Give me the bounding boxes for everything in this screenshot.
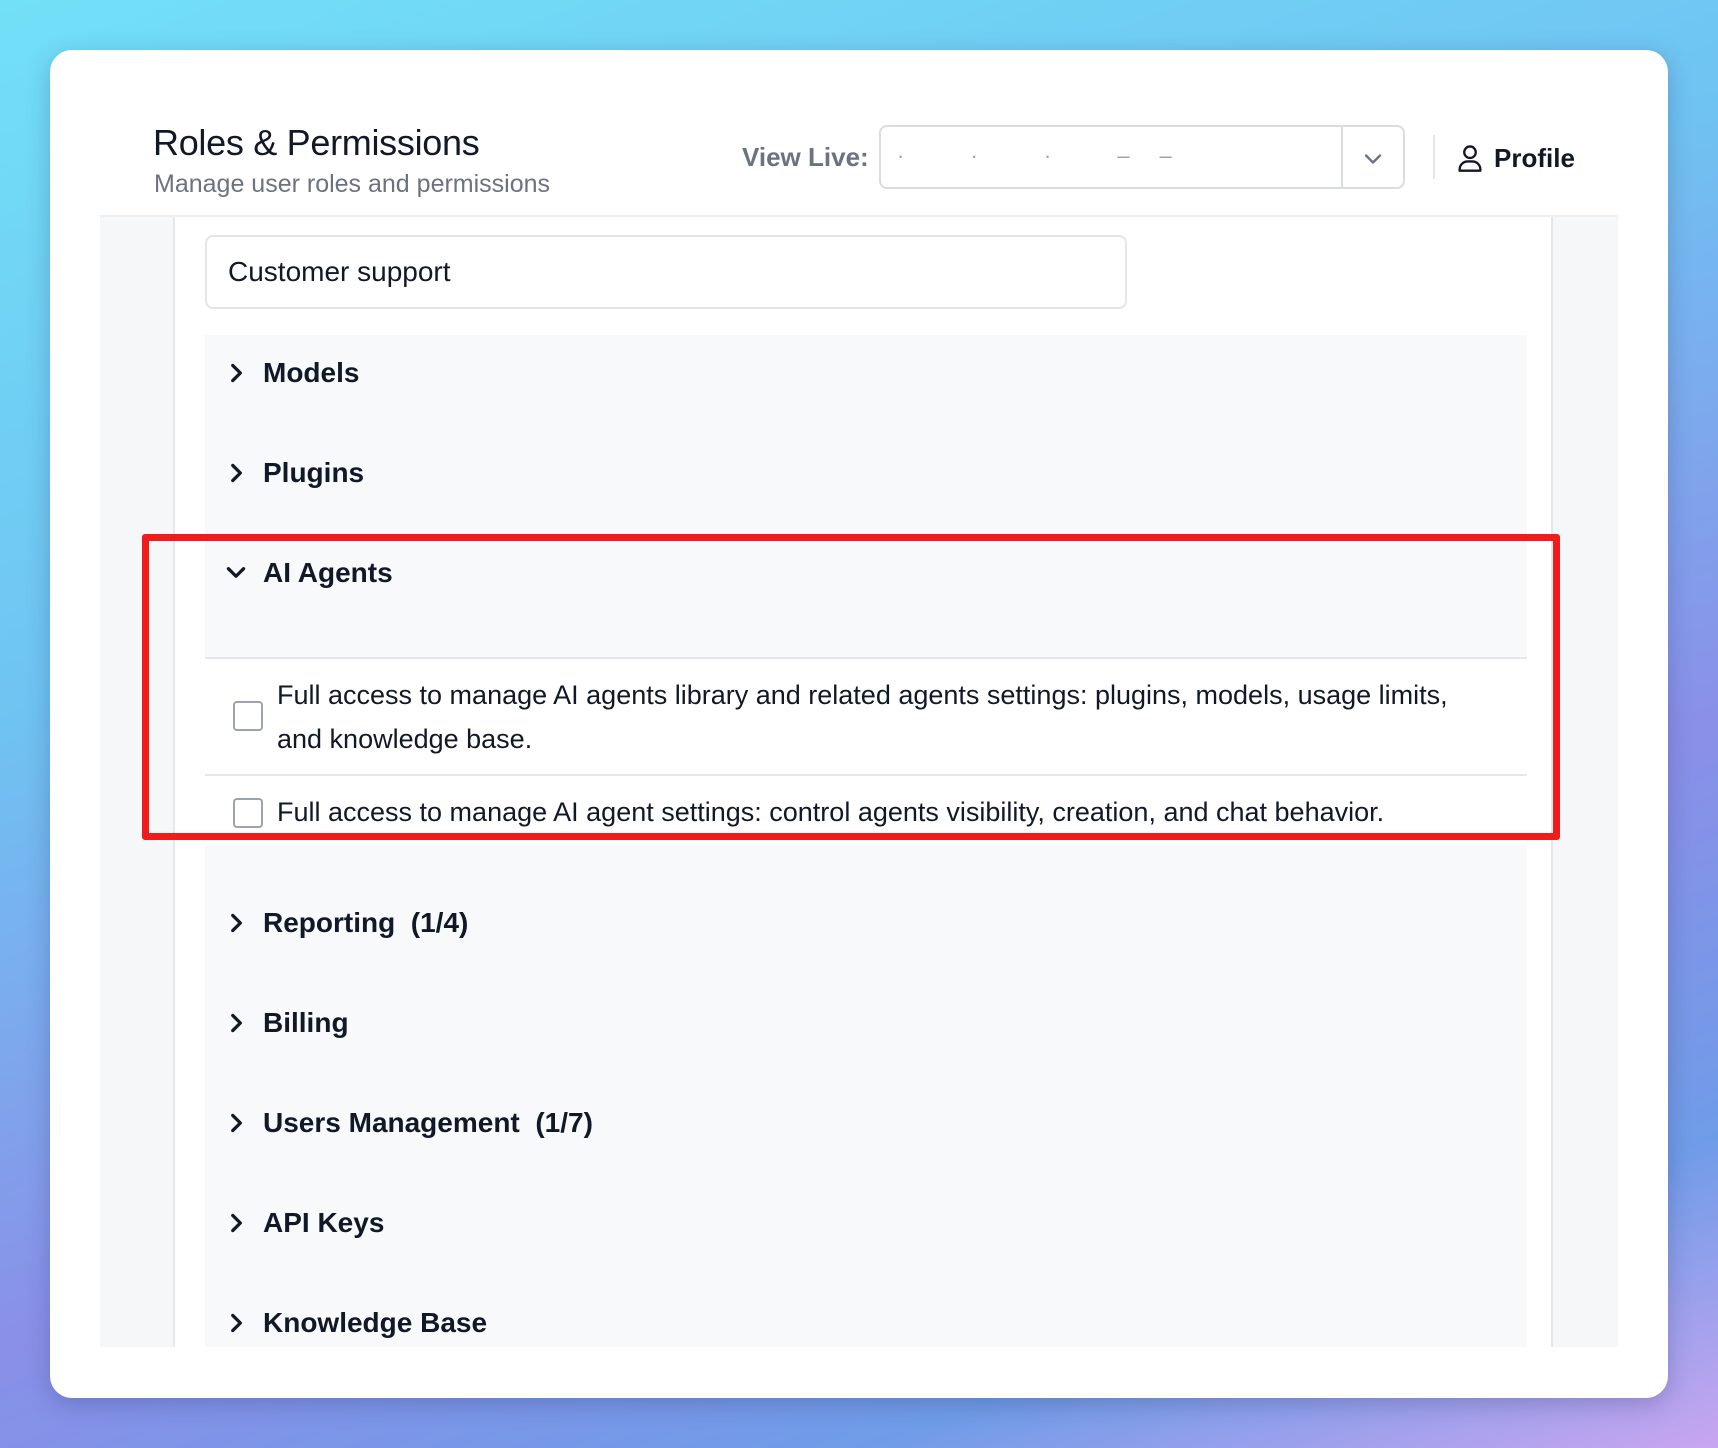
section-label: Knowledge Base: [263, 1307, 488, 1338]
permission-text: Full access to manage AI agents library …: [277, 680, 1448, 754]
roles-permissions-window: Roles & Permissions Manage user roles an…: [50, 50, 1668, 1398]
chevron-right-icon: [231, 463, 242, 483]
chevron-right-icon: [231, 1113, 242, 1133]
section-api-keys[interactable]: API Keys: [205, 1193, 1527, 1253]
permission-divider: [205, 774, 1527, 776]
section-billing[interactable]: Billing: [205, 993, 1527, 1053]
user-icon: [1458, 145, 1482, 172]
view-live-select[interactable]: · · · ––: [879, 125, 1405, 189]
section-label: Plugins: [263, 457, 365, 488]
section-label: Reporting (1/4): [263, 907, 469, 938]
chevron-down-icon[interactable]: [1359, 145, 1387, 173]
profile-button[interactable]: Profile: [1456, 138, 1575, 178]
select-separator: [1341, 127, 1343, 187]
section-label: Billing: [263, 1007, 349, 1038]
section-label: AI Agents: [263, 557, 393, 588]
chevron-right-icon: [231, 1213, 242, 1233]
page-header: Roles & Permissions Manage user roles an…: [50, 50, 1668, 216]
chevron-right-icon: [231, 913, 242, 933]
chevron-right-icon: [231, 363, 242, 383]
permission-checkbox[interactable]: [233, 701, 263, 731]
section-label: Models: [263, 357, 360, 388]
view-live-value: · · · ––: [897, 143, 1202, 168]
chevron-right-icon: [231, 1313, 242, 1333]
permission-checkbox[interactable]: [233, 798, 263, 828]
section-users-management[interactable]: Users Management (1/7): [205, 1093, 1527, 1153]
view-live-label: View Live:: [742, 142, 869, 172]
chevron-down-icon: [226, 567, 246, 578]
section-ai-agents[interactable]: AI Agents: [205, 543, 1527, 603]
role-name-input[interactable]: [205, 235, 1127, 309]
page-subtitle: Manage user roles and permissions: [154, 170, 551, 198]
section-knowledge-base[interactable]: Knowledge Base: [205, 1293, 1527, 1353]
header-divider: [1433, 135, 1435, 179]
chevron-right-icon: [231, 1013, 242, 1033]
section-models[interactable]: Models: [205, 343, 1527, 403]
permission-sections: Models Plugins AI Agents Full access to …: [205, 335, 1527, 1347]
profile-label: Profile: [1494, 142, 1575, 173]
ai-agents-permissions: Full access to manage AI agents library …: [205, 657, 1527, 845]
section-plugins[interactable]: Plugins: [205, 443, 1527, 503]
page-title: Roles & Permissions: [153, 122, 480, 163]
section-label: Users Management (1/7): [263, 1107, 593, 1138]
section-label: API Keys: [263, 1207, 385, 1238]
content-area: Models Plugins AI Agents Full access to …: [100, 217, 1618, 1347]
section-reporting[interactable]: Reporting (1/4): [205, 893, 1527, 953]
role-editor-panel: Models Plugins AI Agents Full access to …: [173, 217, 1553, 1347]
permission-text: Full access to manage AI agent settings:…: [277, 797, 1385, 827]
